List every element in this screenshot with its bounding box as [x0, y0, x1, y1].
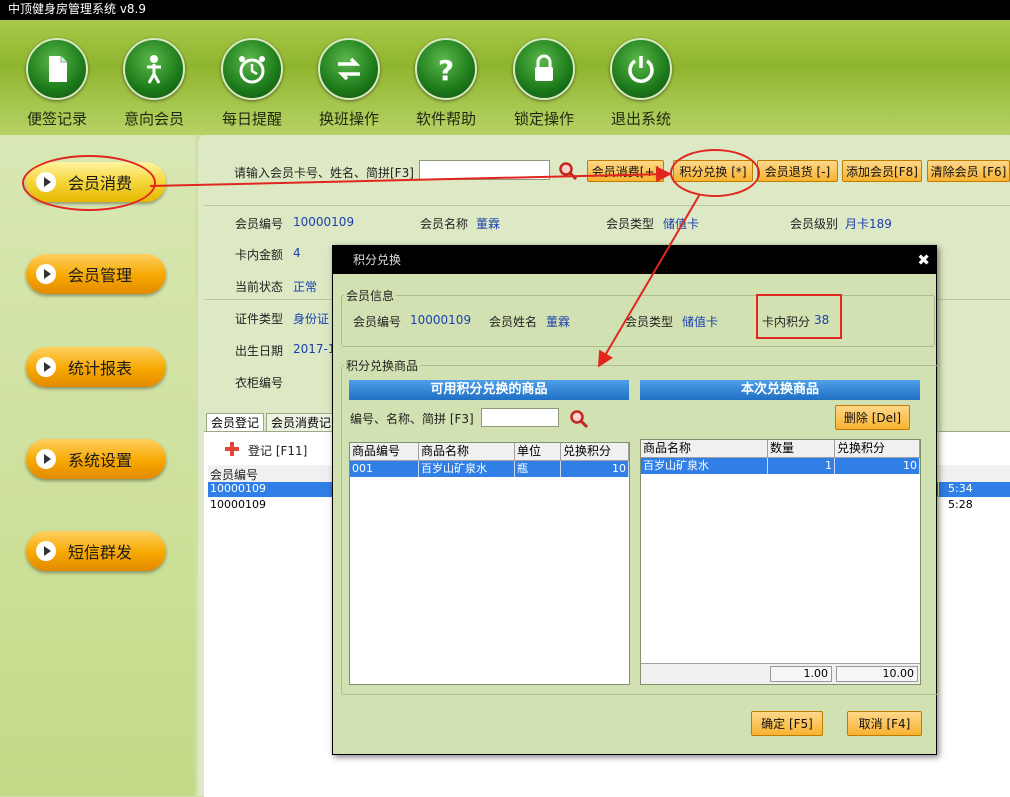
annotation-arrows	[149, 166, 701, 368]
arrow-line	[149, 166, 672, 187]
arrow-line	[597, 193, 701, 368]
